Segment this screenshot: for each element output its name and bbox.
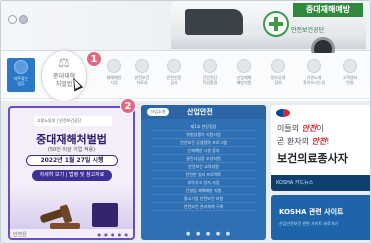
quick-menu-item[interactable]: 고객센터 민원 (337, 57, 363, 85)
card-news-health-workers[interactable]: 이들의 안전이 곧 환자의 안전! 보건의료종사자 KOSHA 카드뉴스 (271, 105, 370, 191)
headline-line-2: 곧 환자의 안전! (277, 137, 330, 146)
sound-block-icon (50, 223, 80, 229)
quick-menu-item[interactable]: 재해예방 사업 (101, 57, 127, 85)
org-logos: 고용노동부 | 안전보건공단 (34, 116, 112, 126)
list-item[interactable]: 위험성평가 지원사업 (151, 131, 256, 139)
van-banner-text: 중대재해예방 (293, 3, 363, 17)
kosha-cross-icon (263, 11, 289, 37)
quick-menu-item[interactable]: 안전인증 검사 (161, 57, 187, 85)
quick-menu-item[interactable]: 안전보건 자료실 (129, 57, 155, 85)
headline-line-3: 보건의료종사자 (277, 152, 348, 165)
scale-icon: ⚖ (58, 56, 70, 71)
card-tag: 안전은 (13, 232, 27, 238)
menu-icon (167, 59, 181, 73)
list-item[interactable]: 안전보건 관리체계 구축 (151, 203, 256, 211)
menu-icon (343, 59, 357, 73)
card-subtitle: 산업안전보건 관련 사이트 바로가기 (279, 221, 339, 226)
related-sites-card[interactable]: KOSHA 관련 사이트 산업안전보건 관련 사이트 바로가기 (271, 195, 370, 240)
industrial-safety-card: 사업소개 산업안전 제1호 현장점검 위험성평가 지원사업 안전보건 공생협력 … (141, 105, 266, 240)
quick-menu-label: 재해예방 사업 (106, 75, 122, 85)
details-button[interactable]: 자세히 보기 | 법령 및 참고자료 (32, 170, 112, 181)
gavel-head-icon (59, 204, 73, 224)
list-item[interactable]: 제1호 현장점검 (151, 123, 256, 131)
card-header: 사업소개 산업안전 (141, 105, 266, 119)
van-window (185, 9, 243, 35)
menu-icon (107, 59, 121, 73)
quick-menu-label: 정보공개 참여 (270, 75, 286, 85)
list-item[interactable]: 클린사업장 조성지원 (151, 155, 256, 163)
program-list: 제1호 현장점검 위험성평가 지원사업 안전보건 공생협력 프로그램 산재예방 … (151, 123, 256, 211)
card-subtitle: (50인 이상 기업 적용) (47, 147, 96, 153)
menu-icon (271, 59, 285, 73)
menu-icon (237, 59, 251, 73)
law-book-icon (92, 203, 118, 227)
star-icon (14, 60, 28, 74)
list-item[interactable]: 안전보건 공생협력 프로그램 (151, 139, 256, 147)
quick-menu-item[interactable]: 기관소개 찾아오시는길 (301, 57, 327, 85)
menu-icon (307, 59, 321, 73)
pager-dots[interactable]: ● ● ● ● ● (97, 232, 129, 237)
quick-menu-label: 건강진단 작업환경 (202, 75, 218, 85)
quick-menu-label: 기관소개 찾아오시는길 (302, 75, 326, 85)
hero-banner: 중대재해예방 안전보건공단 (1, 1, 370, 61)
card-title: KOSHA 관련 사이트 (279, 208, 344, 216)
slider-pause-control[interactable] (19, 15, 28, 24)
step-badge: 1 (86, 51, 102, 67)
van-small-text: 안전보건공단 (291, 27, 325, 34)
quick-menu-label: 자주찾는 업무 (13, 76, 29, 86)
headline-line-1: 이들의 안전이 (277, 124, 324, 133)
quick-menu-label: 안전인증 검사 (166, 75, 182, 85)
quick-menu-item[interactable]: 자주찾는 업무 (7, 58, 35, 92)
list-item[interactable]: 안전한 일터 프로젝트 (151, 171, 256, 179)
quick-menu-item[interactable]: 산업재해 예방지원 (231, 57, 257, 85)
menu-icon (203, 59, 217, 73)
gavel-illustration (10, 185, 133, 229)
quick-menu-item-serious-accident-act[interactable]: ⚖ 중대재해 처벌법 (41, 50, 87, 102)
quick-menu-label: 안전보건 자료실 (134, 75, 150, 85)
main-content: 고용노동부 | 안전보건공단 중대재해처벌법 (50인 이상 기업 적용) 20… (1, 101, 370, 243)
quick-menu-label: 고객센터 민원 (342, 75, 358, 85)
hero-van-image: 중대재해예방 안전보건공단 (171, 1, 366, 61)
card-title: 산업안전 (187, 108, 213, 116)
list-item[interactable]: 추락사고 방지 사업 (151, 179, 256, 187)
korea-emblem-icon (276, 109, 290, 117)
pager-dots[interactable]: ● ● ● ● ● (186, 231, 232, 237)
browser-frame: 중대재해예방 안전보건공단 자주찾는 업무 재해예방 사업 안전보건 자료실 안… (0, 0, 371, 244)
quick-menu-item[interactable]: 정보공개 참여 (265, 57, 291, 85)
menu-icon (135, 59, 149, 73)
list-item[interactable]: 중소기업 안전보건 지원 (151, 195, 256, 203)
list-item[interactable]: 안전보건 교육지원 (151, 163, 256, 171)
quick-menu-label: 산업재해 예방지원 (236, 75, 252, 85)
card-title: 중대재해처벌법 (36, 133, 107, 146)
step-badge: 2 (120, 98, 136, 114)
list-item[interactable]: 산재예방 시설 융자 (151, 147, 256, 155)
slider-prev-control[interactable] (8, 15, 17, 24)
list-item[interactable]: 건설업 재해예방 지원 (151, 187, 256, 195)
business-intro-tab[interactable]: 사업소개 (147, 108, 169, 116)
effective-date: 2022년 1월 27일 시행 (26, 155, 118, 166)
card-news-label: KOSHA 카드뉴스 (271, 175, 370, 191)
serious-accident-act-card[interactable]: 고용노동부 | 안전보건공단 중대재해처벌법 (50인 이상 기업 적용) 20… (8, 106, 135, 240)
quick-menu-item[interactable]: 건강진단 작업환경 (197, 57, 223, 85)
